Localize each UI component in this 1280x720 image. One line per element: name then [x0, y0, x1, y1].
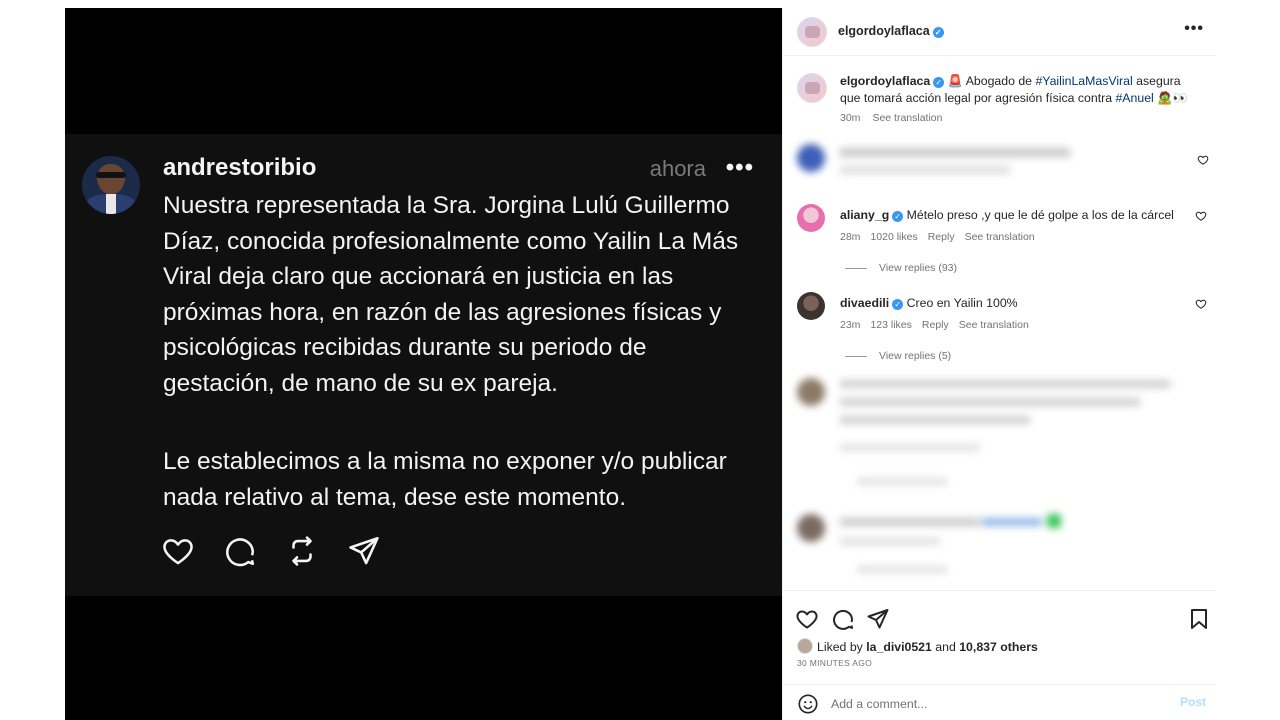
threads-post-paragraph-2: Le establecimos a la misma no exponer y/… — [163, 448, 727, 511]
post-header: elgordoylaflaca ✓ ••• — [783, 8, 1216, 56]
comment-meta: 28m 1020 likes Reply See translation — [840, 231, 1045, 243]
caption-meta: 30m See translation — [840, 112, 954, 124]
comment-time[interactable]: 28m — [840, 231, 860, 243]
likes-summary[interactable]: Liked by la_divi0521 and 10,837 others — [797, 638, 1038, 654]
liker-username[interactable]: la_divi0521 — [866, 640, 932, 654]
post-side-panel: elgordoylaflaca ✓ ••• elgordoylaflaca ✓ 🚨 … — [782, 8, 1216, 720]
threads-post-paragraph-1: Nuestra representada la Sra. Jorgina Lul… — [163, 192, 739, 397]
commenter-avatar[interactable] — [797, 204, 825, 232]
comment-see-translation[interactable]: See translation — [959, 319, 1029, 331]
blurred-comment — [797, 374, 1207, 494]
comment-reply-button[interactable]: Reply — [922, 319, 949, 331]
verified-badge-icon: ✓ — [933, 77, 945, 88]
bookmark-icon[interactable] — [1187, 607, 1211, 631]
blurred-comment — [797, 506, 1207, 582]
like-comment-heart-icon[interactable] — [1197, 154, 1209, 166]
author-avatar[interactable] — [797, 17, 827, 47]
comment-body: aliany_g ✓ Mételo preso ,y que le dé golp… — [840, 208, 1174, 222]
liker-avatar — [797, 638, 813, 654]
threads-share-icon[interactable] — [347, 534, 381, 568]
hashtag-link[interactable]: #Anuel — [1115, 91, 1153, 105]
comment-item: aliany_g ✓ Mételo preso ,y que le dé golp… — [797, 204, 1207, 276]
share-plane-icon[interactable] — [866, 607, 890, 631]
post-media[interactable]: andrestoribio ahora ••• Nuestra represen… — [65, 8, 782, 720]
like-heart-icon[interactable] — [795, 607, 819, 631]
comment-text: Mételo preso ,y que le dé golpe a los de… — [906, 208, 1174, 222]
view-replies-button[interactable]: View replies (93) — [845, 262, 957, 274]
comment-see-translation[interactable]: See translation — [965, 231, 1035, 243]
comment-meta: 23m 123 likes Reply See translation — [840, 319, 1039, 331]
comment-reply-button[interactable]: Reply — [928, 231, 955, 243]
caption-text-before: 🚨 Abogado de — [947, 74, 1036, 88]
add-comment-input[interactable] — [831, 695, 1161, 713]
more-options-icon[interactable]: ••• — [1184, 20, 1204, 38]
threads-avatar[interactable] — [82, 156, 140, 214]
threads-repost-icon[interactable] — [285, 534, 319, 568]
author-username-text[interactable]: elgordoylaflaca — [838, 24, 930, 38]
commenter-username[interactable]: divaedili — [840, 296, 889, 310]
threads-action-bar — [161, 534, 381, 568]
threads-more-icon[interactable]: ••• — [726, 154, 754, 182]
verified-badge-icon: ✓ — [892, 211, 904, 222]
comment-bubble-icon[interactable] — [831, 607, 855, 631]
threads-heart-icon[interactable] — [161, 534, 195, 568]
like-comment-heart-icon[interactable] — [1195, 298, 1207, 310]
verified-badge-icon: ✓ — [932, 27, 944, 38]
likes-count[interactable]: 10,837 others — [959, 640, 1038, 654]
post-caption: elgordoylaflaca ✓ 🚨 Abogado de #YailinLaM… — [840, 73, 1200, 107]
threads-timestamp: ahora — [649, 156, 706, 181]
threads-username[interactable]: andrestoribio — [163, 154, 316, 182]
likes-middle: and — [931, 640, 960, 654]
author-username[interactable]: elgordoylaflaca ✓ — [838, 24, 944, 38]
caption-time[interactable]: 30m — [840, 112, 860, 124]
comment-time[interactable]: 23m — [840, 319, 860, 331]
comment-body: divaedili ✓ Creo en Yailin 100% — [840, 296, 1018, 310]
emoji-icon[interactable] — [797, 693, 819, 715]
threads-comment-icon[interactable] — [223, 534, 257, 568]
comment-likes[interactable]: 123 likes — [870, 319, 911, 331]
comment-likes[interactable]: 1020 likes — [870, 231, 917, 243]
like-comment-heart-icon[interactable] — [1195, 210, 1207, 222]
comment-item: divaedili ✓ Creo en Yailin 100% 23m 123 li… — [797, 292, 1207, 364]
screenshot-stage: andrestoribio ahora ••• Nuestra represen… — [0, 0, 1280, 720]
add-comment-bar: Post — [783, 684, 1216, 720]
likes-prefix: Liked by — [817, 640, 867, 654]
caption-username[interactable]: elgordoylaflaca — [840, 74, 930, 88]
view-replies-button[interactable]: View replies (5) — [845, 350, 951, 362]
comment-text: Creo en Yailin 100% — [906, 296, 1018, 310]
blurred-comment — [797, 142, 1197, 190]
caption-see-translation[interactable]: See translation — [872, 112, 942, 124]
commenter-avatar[interactable] — [797, 292, 825, 320]
post-timestamp: 30 MINUTES AGO — [797, 658, 873, 668]
post-comment-button[interactable]: Post — [1180, 695, 1206, 709]
caption-text-after: 🧟👀 — [1153, 91, 1188, 105]
hashtag-link[interactable]: #YailinLaMasViral — [1035, 74, 1132, 88]
commenter-username[interactable]: aliany_g — [840, 208, 889, 222]
verified-badge-icon: ✓ — [892, 299, 904, 310]
caption-author-avatar[interactable] — [797, 73, 827, 103]
